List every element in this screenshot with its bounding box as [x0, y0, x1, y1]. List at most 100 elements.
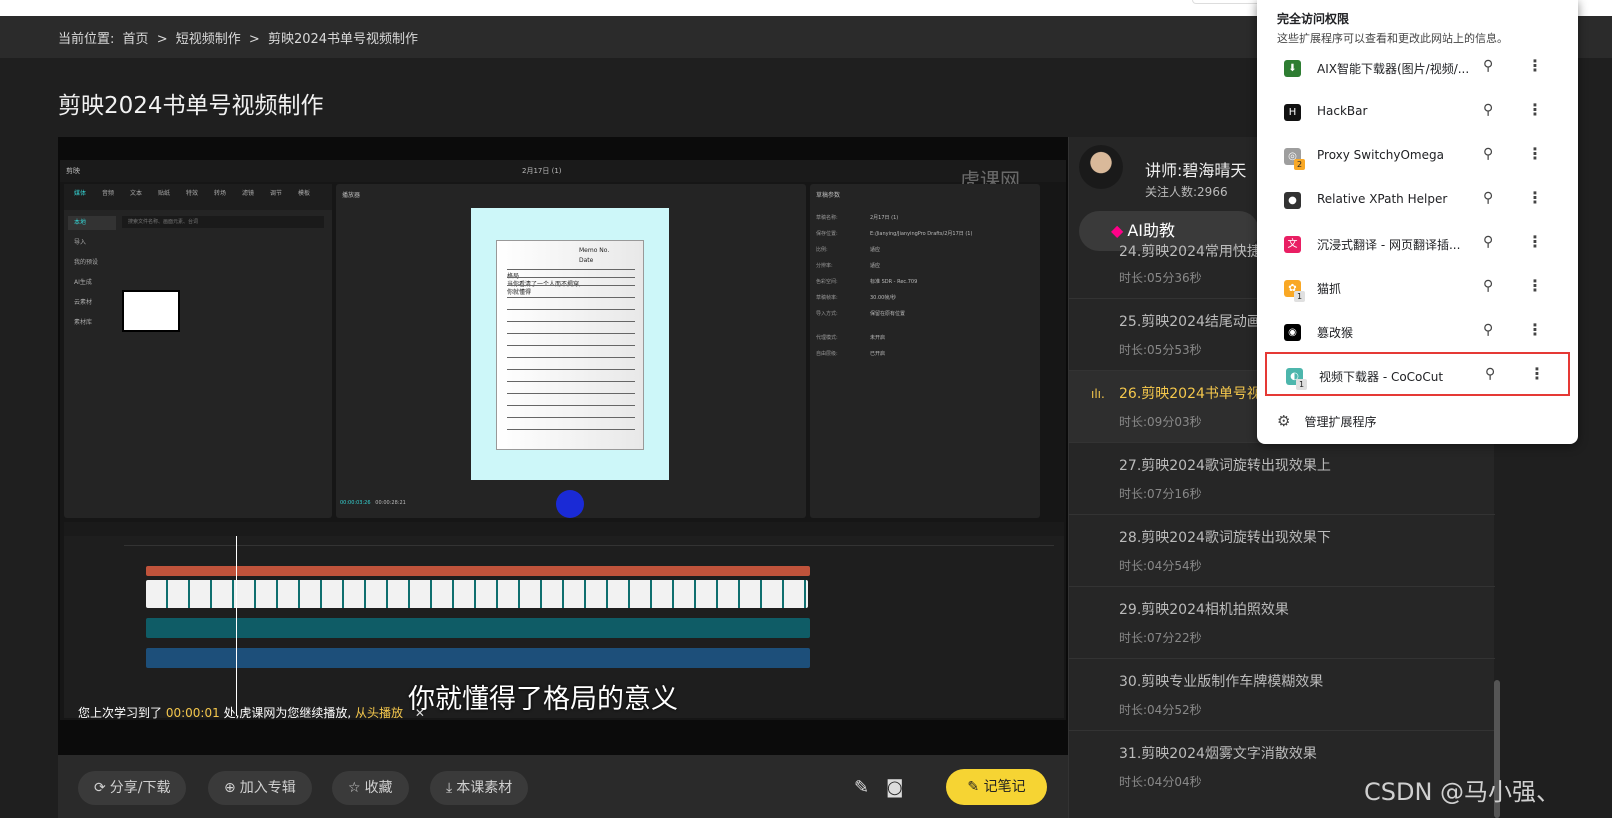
- media-tool: 滤镜: [241, 190, 254, 197]
- pencil-icon[interactable]: ✎: [854, 777, 869, 798]
- props-row: 自由层级: 已开启: [816, 350, 1036, 357]
- player-time-total: 00:00:28:21: [375, 500, 406, 506]
- lesson-item[interactable]: 29.剪映2024相机拍照效果 时长:07分22秒: [1069, 587, 1495, 659]
- close-icon[interactable]: ✕: [415, 706, 425, 720]
- lesson-duration: 时长:07分22秒: [1119, 631, 1202, 645]
- teacher-name[interactable]: 讲师:碧海晴天: [1145, 157, 1246, 181]
- lesson-item[interactable]: 30.剪映专业版制作车牌模糊效果 时长:04分52秒: [1069, 659, 1495, 731]
- props-row: 保存位置: E:/Jianying/JianyingPro Drafts/2月17…: [816, 230, 1036, 237]
- pin-icon[interactable]: ⚲: [1483, 146, 1493, 162]
- extension-name: 沉浸式翻译 - 网页翻译插...: [1317, 238, 1461, 252]
- extension-item-highlighted[interactable]: ◐ 1 视频下载器 - CoCoCut ⚲ ⋮: [1265, 352, 1570, 396]
- manage-extensions[interactable]: ⚙ 管理扩展程序: [1277, 412, 1376, 430]
- more-icon[interactable]: ⋮: [1527, 56, 1543, 75]
- lesson-duration: 时长:05分53秒: [1119, 343, 1202, 357]
- lesson-item[interactable]: 28.剪映2024歌词旋转出现效果下 时长:04分54秒: [1069, 515, 1495, 587]
- props-row: 分辨率: 适应: [816, 262, 1036, 269]
- lesson-duration: 时长:04分52秒: [1119, 703, 1202, 717]
- lesson-title: 28.剪映2024歌词旋转出现效果下: [1119, 530, 1331, 546]
- download-icon: ⤓: [446, 780, 453, 796]
- pin-icon[interactable]: ⚲: [1483, 234, 1493, 250]
- props-row: 代理模式: 未开启: [816, 334, 1036, 341]
- extension-badge: 2: [1294, 159, 1305, 170]
- media-tool: 文本: [129, 190, 142, 197]
- props-key: 自由层级:: [816, 351, 838, 357]
- extension-item[interactable]: 文 沉浸式翻译 - 网页翻译插... ⚲ ⋮: [1265, 222, 1570, 266]
- media-side-item: 云素材: [74, 299, 93, 306]
- pin-icon[interactable]: ⚲: [1483, 322, 1493, 338]
- pin-icon[interactable]: ⚲: [1485, 366, 1495, 382]
- popup-heading: 完全访问权限: [1277, 12, 1350, 26]
- extension-badge: 1: [1296, 379, 1307, 390]
- extension-item[interactable]: ● Relative XPath Helper ⚲ ⋮: [1265, 178, 1570, 222]
- media-thumbnail: [122, 290, 180, 332]
- memo-line: 你就懂得: [507, 289, 532, 296]
- hackbar-icon: H: [1284, 104, 1301, 121]
- lesson-duration: 时长:05分36秒: [1119, 271, 1202, 285]
- props-row: 比例: 适应: [816, 246, 1036, 253]
- extension-item[interactable]: ◉ 篡改猴 ⚲ ⋮: [1265, 310, 1570, 354]
- lesson-title: 31.剪映2024烟雾文字消散效果: [1119, 746, 1317, 762]
- resume-pre: 您上次学习到了: [78, 706, 163, 720]
- restart-link[interactable]: 从头播放: [355, 706, 403, 720]
- more-icon[interactable]: ⋮: [1529, 364, 1545, 383]
- popup-subheading: 这些扩展程序可以查看和更改此网站上的信息。: [1277, 32, 1508, 45]
- more-icon[interactable]: ⋮: [1527, 188, 1543, 207]
- memo-no: Memo No.: [579, 247, 610, 254]
- lesson-item[interactable]: 27.剪映2024歌词旋转出现效果上 时长:07分16秒: [1069, 443, 1495, 515]
- extension-name: Proxy SwitchyOmega: [1317, 148, 1444, 162]
- extension-item[interactable]: H HackBar ⚲ ⋮: [1265, 90, 1570, 134]
- memo-rule: [507, 393, 635, 394]
- memo-rule: [507, 381, 635, 382]
- extension-name: 视频下载器 - CoCoCut: [1319, 370, 1444, 384]
- camera-icon[interactable]: ◙: [886, 777, 903, 798]
- extension-item[interactable]: ✿ 1 猫抓 ⚲ ⋮: [1265, 266, 1570, 310]
- materials-label: 本课素材: [456, 780, 513, 796]
- memo-rule: [507, 309, 635, 310]
- breadcrumb-home[interactable]: 首页: [123, 32, 149, 47]
- lesson-duration: 时长:07分16秒: [1119, 487, 1202, 501]
- breadcrumb-category[interactable]: 短视频制作: [176, 32, 241, 47]
- add-album-button[interactable]: ⊕ 加入专辑: [208, 771, 312, 805]
- video-player[interactable]: 剪映 2月17日 (1) 虎课网 媒体 音频 文本 贴纸 特效 转场 滤镜 调节…: [58, 137, 1068, 755]
- media-side-item: 导入: [74, 239, 87, 246]
- more-icon[interactable]: ⋮: [1527, 100, 1543, 119]
- video-track: [146, 580, 808, 608]
- resume-notice: 您上次学习到了 00:00:01 处,虎课网为您继续播放, 从头播放 ✕: [78, 704, 425, 721]
- more-icon[interactable]: ⋮: [1527, 276, 1543, 295]
- pin-icon[interactable]: ⚲: [1483, 58, 1493, 74]
- props-key: 草稿名称:: [816, 215, 838, 221]
- pin-icon[interactable]: ⚲: [1483, 102, 1493, 118]
- pin-icon[interactable]: ⚲: [1483, 190, 1493, 206]
- props-value: 2月17日 (1): [870, 215, 899, 221]
- timeline-toolbar: [64, 522, 1064, 536]
- favorite-button[interactable]: ☆ 收藏: [332, 771, 409, 805]
- extension-item[interactable]: ⬇ AIX智能下载器(图片/视频/... ⚲ ⋮: [1265, 46, 1570, 90]
- playing-icon: ılı.: [1091, 387, 1105, 401]
- more-icon[interactable]: ⋮: [1527, 144, 1543, 163]
- lesson-duration: 时长:09分03秒: [1119, 415, 1202, 429]
- materials-button[interactable]: ⤓ 本课素材: [430, 771, 529, 805]
- editor-date: 2月17日 (1): [522, 167, 562, 175]
- more-icon[interactable]: ⋮: [1527, 232, 1543, 251]
- media-side-item: 素材库: [74, 319, 93, 326]
- extension-item[interactable]: ◎ 2 Proxy SwitchyOmega ⚲ ⋮: [1265, 134, 1570, 178]
- player-frame: Memo No. Date 格局 当你看清了一个人而不揭穿, 你就懂得: [471, 208, 669, 480]
- props-panel: 草稿参数 草稿名称: 2月17日 (1) 保存位置: E:/Jianying/Jia…: [810, 184, 1040, 518]
- note-icon: ✎: [967, 779, 984, 795]
- breadcrumb-sep: >: [248, 32, 260, 47]
- add-album-label: 加入专辑: [239, 780, 296, 796]
- resume-time: 00:00:01: [165, 706, 220, 720]
- media-tool: 调节: [269, 190, 282, 197]
- lesson-duration: 时长:04分54秒: [1119, 559, 1202, 573]
- pin-icon[interactable]: ⚲: [1483, 278, 1493, 294]
- take-note-button[interactable]: ✎ 记笔记: [946, 769, 1047, 805]
- props-title: 草稿参数: [816, 192, 841, 199]
- props-value: 适应: [870, 263, 881, 269]
- memo-rule: [507, 277, 635, 278]
- share-download-button[interactable]: ⟳ 分享/下载: [78, 771, 187, 805]
- editor-screencast: 剪映 2月17日 (1) 虎课网 媒体 音频 文本 贴纸 特效 转场 滤镜 调节…: [60, 160, 1066, 720]
- avatar[interactable]: [1079, 145, 1123, 189]
- more-icon[interactable]: ⋮: [1527, 320, 1543, 339]
- favorite-label: 收藏: [364, 780, 393, 796]
